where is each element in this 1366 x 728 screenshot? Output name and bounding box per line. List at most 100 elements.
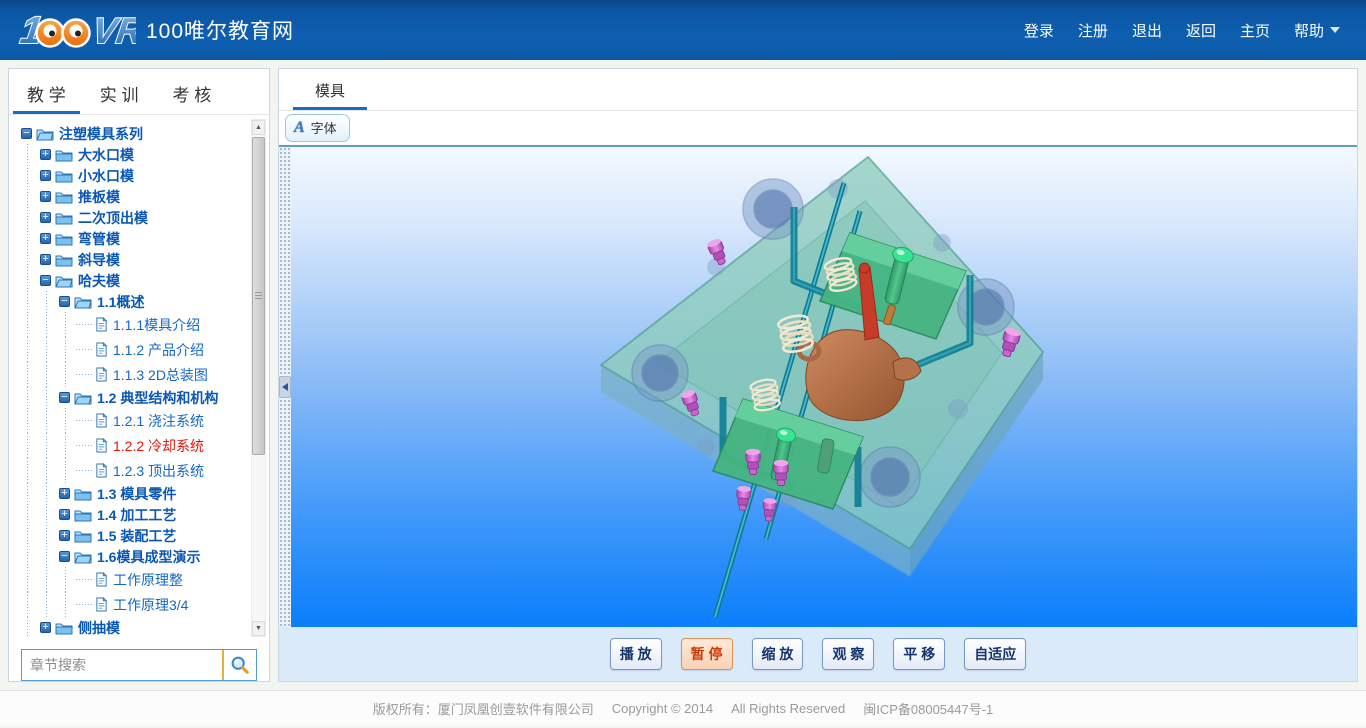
expand-icon[interactable]: + (40, 149, 51, 160)
tree-item[interactable]: 1.1.3 2D总装图 (19, 362, 247, 387)
3d-viewer[interactable] (291, 147, 1357, 627)
tree-item[interactable]: 1.1.1模具介绍 (19, 312, 247, 337)
tree-item[interactable]: +1.3 模具零件 (19, 483, 247, 504)
tree-item[interactable]: 1.2.2 冷却系统 (19, 433, 247, 458)
search-input[interactable] (22, 650, 222, 680)
tree-item-label[interactable]: 工作原理整 (113, 570, 183, 590)
expand-icon[interactable]: + (40, 254, 51, 265)
tree-item[interactable]: − 1.2 典型结构和机构 (19, 387, 247, 408)
tree-stub (76, 415, 93, 426)
viewer-row (279, 145, 1357, 627)
tab-assessment[interactable]: 考 核 (158, 69, 225, 114)
splitter[interactable] (279, 147, 291, 627)
tree-item-label[interactable]: 1.1.2 产品介绍 (113, 340, 204, 360)
tree-item-label[interactable]: 斜导模 (78, 250, 120, 270)
main-panel: 模具 A 字体 (278, 68, 1358, 682)
expand-icon[interactable]: + (59, 488, 70, 499)
tree-item[interactable]: − 注塑模具系列 (19, 123, 247, 144)
nav-home[interactable]: 主页 (1240, 20, 1270, 41)
expand-icon[interactable]: + (40, 191, 51, 202)
tree-scrollbar[interactable]: ▲ ▼ (251, 119, 266, 637)
tree-item-label[interactable]: 大水口模 (78, 145, 134, 165)
tree-item-label[interactable]: 工作原理3/4 (113, 595, 188, 615)
tab-mold[interactable]: 模具 (293, 69, 367, 110)
tree-item-label[interactable]: 1.2.1 浇注系统 (113, 411, 204, 431)
btn-fit[interactable]: 自适应 (964, 638, 1026, 670)
collapse-icon[interactable]: − (59, 392, 70, 403)
tree-item-label[interactable]: 哈夫模 (78, 271, 120, 291)
tree-item[interactable]: + 斜导模 (19, 249, 247, 270)
tree-item[interactable]: 1.2.1 浇注系统 (19, 408, 247, 433)
btn-observe[interactable]: 观 察 (822, 638, 874, 670)
scrollbar-thumb[interactable] (252, 137, 265, 455)
nav-help[interactable]: 帮助 (1294, 20, 1340, 41)
collapse-sidebar-handle[interactable] (279, 376, 291, 398)
tree-item[interactable]: + 大水口模 (19, 144, 247, 165)
collapse-icon[interactable]: − (40, 275, 51, 286)
tab-training[interactable]: 实 训 (86, 69, 153, 114)
scroll-up-icon[interactable]: ▲ (252, 120, 265, 135)
tree-item-label[interactable]: 注塑模具系列 (59, 124, 143, 144)
collapse-icon[interactable]: − (59, 551, 70, 562)
tree-item-label[interactable]: 二次顶出模 (78, 208, 148, 228)
btn-zoom[interactable]: 缩 放 (752, 638, 804, 670)
footer-text-2: All Rights Reserved (731, 701, 845, 716)
tree-item[interactable]: + 小水口模 (19, 165, 247, 186)
font-button[interactable]: A 字体 (285, 114, 350, 142)
expand-icon[interactable]: + (40, 622, 51, 633)
collapse-icon[interactable]: − (59, 296, 70, 307)
btn-pause[interactable]: 暂 停 (681, 638, 733, 670)
tree-item[interactable]: + 弯管模 (19, 228, 247, 249)
tree-item[interactable]: − 1.6模具成型演示 (19, 546, 247, 567)
search-button[interactable] (222, 650, 256, 680)
folder-closed-icon (55, 211, 73, 225)
tree-item[interactable]: − 哈夫模 (19, 270, 247, 291)
collapse-icon[interactable]: − (21, 128, 32, 139)
tree-item[interactable]: 1.1.2 产品介绍 (19, 337, 247, 362)
expand-icon[interactable]: + (40, 233, 51, 244)
tree-item-label[interactable]: 小水口模 (78, 166, 134, 186)
tree-item[interactable]: − 1.1概述 (19, 291, 247, 312)
tree-guide (57, 337, 76, 362)
expand-icon[interactable]: + (59, 509, 70, 520)
nav-logout[interactable]: 退出 (1132, 20, 1162, 41)
tree-item[interactable]: 工作原理整 (19, 567, 247, 592)
tree-item-label[interactable]: 1.4 加工工艺 (97, 505, 176, 525)
tree-item-label[interactable]: 1.1.1模具介绍 (113, 315, 200, 335)
tree-item-label[interactable]: 推板模 (78, 187, 120, 207)
tree-item[interactable]: + 二次顶出模 (19, 207, 247, 228)
tree-item-label[interactable]: 1.2 典型结构和机构 (97, 388, 218, 408)
tree-item-label[interactable]: 1.6模具成型演示 (97, 547, 200, 567)
tree-item-label[interactable]: 1.5 装配工艺 (97, 526, 176, 546)
tree-item-label[interactable]: 1.1.3 2D总装图 (113, 365, 208, 385)
btn-play[interactable]: 播 放 (610, 638, 662, 670)
tree-item-label[interactable]: 侧抽模 (78, 618, 120, 638)
tab-teaching[interactable]: 教 学 (13, 69, 80, 114)
tree-item-label[interactable]: 1.1概述 (97, 292, 144, 312)
expand-icon[interactable]: + (40, 170, 51, 181)
folder-closed-icon (74, 508, 92, 522)
tree-item-label[interactable]: 1.2.3 顶出系统 (113, 461, 204, 481)
arrow-left-icon (282, 383, 288, 391)
tree-guide (19, 525, 38, 546)
tree-item[interactable]: +1.4 加工工艺 (19, 504, 247, 525)
tree-item[interactable]: + 推板模 (19, 186, 247, 207)
scroll-down-icon[interactable]: ▼ (252, 621, 265, 636)
tree-item[interactable]: + 侧抽模 (19, 617, 247, 638)
tree-item[interactable]: 1.2.3 顶出系统 (19, 458, 247, 483)
expand-icon[interactable]: + (40, 212, 51, 223)
top-nav: 登录 注册 退出 返回 主页 帮助 (1024, 20, 1340, 41)
btn-pan[interactable]: 平 移 (893, 638, 945, 670)
nav-login[interactable]: 登录 (1024, 20, 1054, 41)
tree-item-label[interactable]: 弯管模 (78, 229, 120, 249)
tree-item-label[interactable]: 1.3 模具零件 (97, 484, 176, 504)
tree-item[interactable]: 工作原理3/4 (19, 592, 247, 617)
expand-icon[interactable]: + (59, 530, 70, 541)
sidebar: 教 学实 训考 核 − 注塑模具系列 + 大水口模 + 小水口模 + 推板模 + 二次顶出模 + 弯管… (8, 68, 270, 682)
tree-guide (38, 525, 57, 546)
nav-register[interactable]: 注册 (1078, 20, 1108, 41)
tree-item-label[interactable]: 1.2.2 冷却系统 (113, 436, 204, 456)
logo[interactable]: 1 VR 100唯尔教育网 (14, 8, 294, 52)
tree-item[interactable]: +1.5 装配工艺 (19, 525, 247, 546)
nav-back[interactable]: 返回 (1186, 20, 1216, 41)
